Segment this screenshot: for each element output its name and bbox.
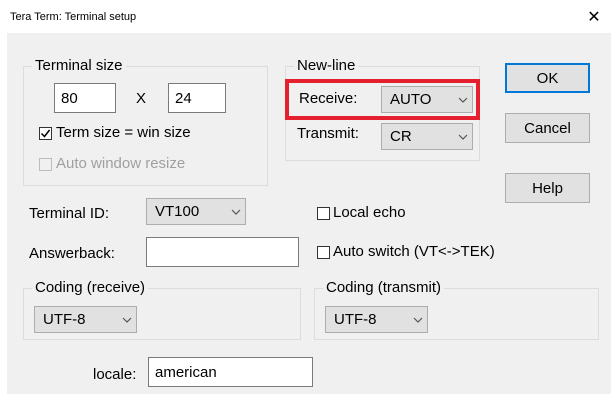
new-line-legend: New-line [294,57,359,74]
window-title: Tera Term: Terminal setup [10,11,137,23]
locale-input[interactable] [148,357,313,387]
close-button[interactable]: ✕ [577,0,611,33]
receive-select[interactable]: AUTO [381,86,473,113]
local-echo-label: Local echo [333,204,406,221]
terminal-id-select[interactable]: VT100 [146,198,246,225]
terminal-id-label: Terminal ID: [29,205,110,222]
checkmark-icon [40,129,51,138]
answerback-input[interactable] [146,237,299,267]
locale-label: locale: [93,366,137,383]
coding-receive-select[interactable]: UTF-8 [34,306,137,333]
coding-receive-value: UTF-8 [43,311,86,328]
close-icon: ✕ [587,8,601,26]
transmit-select[interactable]: CR [381,123,473,150]
ok-button-label: OK [536,69,559,87]
term-size-win-checkbox[interactable] [39,127,52,140]
auto-switch-checkbox[interactable] [317,246,330,259]
answerback-label: Answerback: [29,245,115,262]
auto-window-resize-checkbox[interactable] [39,158,52,171]
receive-select-value: AUTO [390,91,432,108]
coding-transmit-select[interactable]: UTF-8 [325,306,428,333]
auto-switch-label: Auto switch (VT<->TEK) [333,243,495,260]
chevron-down-icon [454,124,472,149]
ok-button[interactable]: OK [505,63,590,93]
terminal-size-legend: Terminal size [32,57,126,74]
transmit-label: Transmit: [297,125,359,142]
receive-label: Receive: [299,90,358,107]
title-bar: Tera Term: Terminal setup ✕ [0,0,611,33]
dialog-client-area: Terminal size X Term size = win size Aut… [7,33,611,394]
coding-transmit-value: UTF-8 [334,311,377,328]
terminal-width-input[interactable] [54,83,116,113]
times-symbol: X [136,90,147,107]
chevron-down-icon [454,87,472,112]
local-echo-checkbox[interactable] [317,207,330,220]
chevron-down-icon [409,307,427,332]
term-size-win-label: Term size = win size [56,124,191,141]
chevron-down-icon [118,307,136,332]
chevron-down-icon [227,199,245,224]
terminal-height-input[interactable] [168,83,226,113]
terminal-id-value: VT100 [155,203,200,220]
cancel-button[interactable]: Cancel [505,113,590,143]
transmit-select-value: CR [390,128,412,145]
coding-transmit-legend: Coding (transmit) [323,279,445,296]
coding-receive-legend: Coding (receive) [32,279,149,296]
cancel-button-label: Cancel [524,119,571,137]
help-button[interactable]: Help [505,173,590,203]
auto-window-resize-label: Auto window resize [56,155,186,172]
help-button-label: Help [532,179,563,197]
